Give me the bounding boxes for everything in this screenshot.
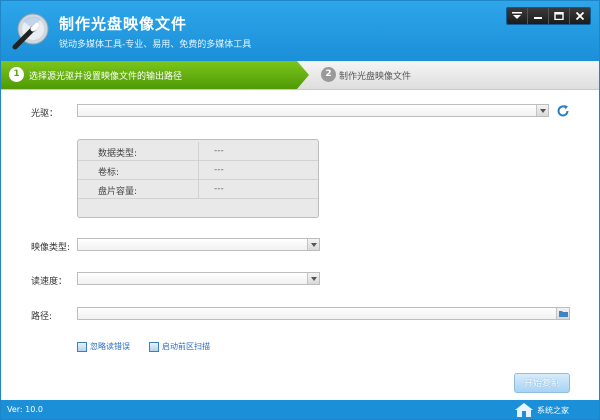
info-row-data-type: 数据类型: --- xyxy=(78,142,318,161)
refresh-icon[interactable] xyxy=(556,104,570,118)
start-copy-button[interactable]: 开始复制 xyxy=(514,373,570,393)
watermark: 系统之家 xyxy=(511,401,597,419)
app-subtitle: 锐动多媒体工具-专业、易用、免费的多媒体工具 xyxy=(59,40,252,50)
disc-info-panel: 数据类型: --- 卷标: --- 盘片容量: --- xyxy=(77,139,319,218)
step-bar: 1 选择源光驱并设置映像文件的输出路径 2 制作光盘映像文件 xyxy=(1,61,599,90)
house-logo-icon xyxy=(515,403,533,417)
image-type-label: 映像类型: xyxy=(31,243,71,253)
read-speed-label: 读速度： xyxy=(31,277,68,287)
close-icon[interactable] xyxy=(569,8,590,24)
disc-wand-icon xyxy=(11,11,51,51)
step-1-label: 选择源光驱并设置映像文件的输出路径 xyxy=(29,72,183,82)
chevron-down-icon[interactable] xyxy=(536,105,548,116)
watermark-text: 系统之家 xyxy=(537,406,569,415)
status-bar: Ver: 10.0 xyxy=(1,400,599,419)
step-2-number: 2 xyxy=(321,67,336,82)
window-controls xyxy=(506,7,591,25)
title-bar: 制作光盘映像文件 锐动多媒体工具-专业、易用、免费的多媒体工具 xyxy=(1,1,599,61)
folder-icon[interactable] xyxy=(556,308,569,319)
app-window: 制作光盘映像文件 锐动多媒体工具-专业、易用、免费的多媒体工具 1 选择源光驱并… xyxy=(0,0,600,420)
chevron-down-icon[interactable] xyxy=(307,273,319,284)
info-row-volume-label: 卷标: --- xyxy=(78,161,318,180)
drive-label: 光驱： xyxy=(31,109,59,119)
minimize-icon[interactable] xyxy=(527,8,548,24)
chevron-down-icon[interactable] xyxy=(307,239,319,250)
version-label: Ver: 10.0 xyxy=(7,405,43,414)
path-input[interactable] xyxy=(77,307,570,320)
app-title: 制作光盘映像文件 xyxy=(59,15,188,33)
info-row-capacity: 盘片容量: --- xyxy=(78,180,318,199)
step-1: 1 选择源光驱并设置映像文件的输出路径 xyxy=(1,61,309,89)
info-value: --- xyxy=(214,184,224,194)
pre-scan-label[interactable]: 启动前区扫描 xyxy=(162,341,210,352)
ignore-read-errors-checkbox[interactable] xyxy=(77,341,87,352)
info-key: 数据类型: xyxy=(98,149,138,159)
step-2-label: 制作光盘映像文件 xyxy=(339,72,412,82)
read-speed-select[interactable] xyxy=(77,272,320,285)
ignore-read-errors-option[interactable]: 忽略读错误 xyxy=(77,341,130,352)
info-key: 盘片容量: xyxy=(98,187,138,197)
ignore-read-errors-label[interactable]: 忽略读错误 xyxy=(90,341,130,352)
menu-icon[interactable] xyxy=(507,8,527,24)
image-type-select[interactable] xyxy=(77,238,320,251)
path-label: 路径: xyxy=(31,312,53,322)
info-key: 卷标: xyxy=(98,168,120,178)
pre-scan-checkbox[interactable] xyxy=(149,341,159,352)
maximize-icon[interactable] xyxy=(548,8,569,24)
pre-scan-option[interactable]: 启动前区扫描 xyxy=(149,341,210,352)
step-1-number: 1 xyxy=(9,67,24,82)
info-value: --- xyxy=(214,146,224,156)
drive-select[interactable] xyxy=(77,104,549,117)
info-value: --- xyxy=(214,165,224,175)
